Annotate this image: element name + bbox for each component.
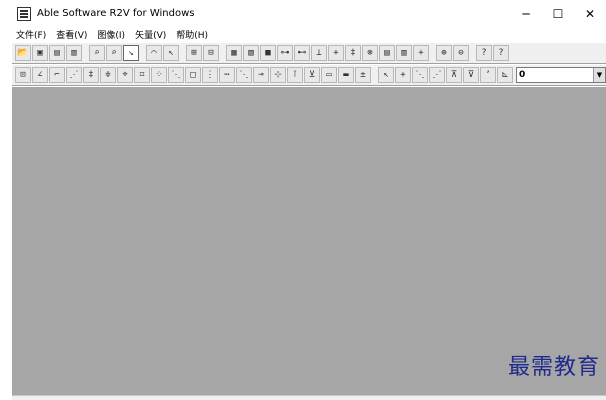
edit-tool-20-icon[interactable]: ▬: [338, 67, 354, 83]
node-unlink-icon[interactable]: ⊷: [294, 45, 310, 61]
menu-vector[interactable]: 矢量(V): [131, 28, 170, 41]
open-icon[interactable]: 📂: [15, 45, 31, 61]
menu-file[interactable]: 文件(F): [12, 28, 50, 41]
line-width-select[interactable]: 0 ▼: [516, 67, 606, 83]
undo-icon[interactable]: ⌒: [146, 45, 162, 61]
edit-tool-8-icon[interactable]: ⌗: [134, 67, 150, 83]
edit-tool-15-icon[interactable]: ⊸: [253, 67, 269, 83]
left-strip: [0, 0, 12, 400]
image-frame-icon[interactable]: ⊞: [186, 45, 202, 61]
edit-tool-26-icon[interactable]: ⊼: [446, 67, 462, 83]
help-icon[interactable]: ?: [476, 45, 492, 61]
split-icon[interactable]: ‡: [345, 45, 361, 61]
chevron-down-icon[interactable]: ▼: [593, 68, 605, 82]
edit-tool-12-icon[interactable]: ⋮: [202, 67, 218, 83]
window-controls: ─ ☐ ✕: [510, 0, 606, 27]
add-node-icon[interactable]: +: [328, 45, 344, 61]
image-fit-icon[interactable]: ⊟: [203, 45, 219, 61]
grid-icon[interactable]: ▦: [226, 45, 242, 61]
app-icon: [17, 6, 31, 21]
watermark: 最需教育: [507, 355, 600, 380]
edit-tool-1-icon[interactable]: ⊡: [15, 67, 31, 83]
edit-tool-11-icon[interactable]: □: [185, 67, 201, 83]
minimize-button[interactable]: ─: [510, 0, 542, 27]
edit-tool-18-icon[interactable]: ⊻: [304, 67, 320, 83]
save-vector-icon[interactable]: ▥: [66, 45, 82, 61]
edit-tool-23-icon[interactable]: +: [395, 67, 411, 83]
title-bar: Able Software R2V for Windows ─ ☐ ✕: [12, 0, 606, 27]
save-image-icon[interactable]: ▤: [49, 45, 65, 61]
select-tool-icon[interactable]: ↘: [123, 45, 139, 61]
edit-toolbar: ⊡ ∠ ⌐ ⋰ ‡ ≑ ⌖ ⌗ ⁘ ⋱ □ ⋮ ⋯ ⋱ ⊸ ⊹ ⊺ ⊻ ▭ ▬ …: [12, 64, 606, 86]
edit-tool-2-icon[interactable]: ∠: [32, 67, 48, 83]
edit-tool-10-icon[interactable]: ⋱: [168, 67, 184, 83]
edit-tool-7-icon[interactable]: ⌖: [117, 67, 133, 83]
menu-image[interactable]: 图像(I): [93, 28, 129, 41]
vector-icon[interactable]: ▥: [396, 45, 412, 61]
menu-view[interactable]: 查看(V): [52, 28, 91, 41]
menu-bar: 文件(F) 查看(V) 图像(I) 矢量(V) 帮助(H): [12, 27, 606, 41]
edit-tool-9-icon[interactable]: ⁘: [151, 67, 167, 83]
main-toolbar: 📂 ▣ ▤ ▥ ⌕ ⌕ ↘ ⌒ ↖ ⊞ ⊟ ▦ ▧ ■ ⊶ ⊷ ⊥ + ‡ ⊗ …: [12, 42, 606, 64]
edit-tool-5-icon[interactable]: ‡: [83, 67, 99, 83]
status-bar: [12, 395, 606, 400]
edit-tool-17-icon[interactable]: ⊺: [287, 67, 303, 83]
edit-tool-13-icon[interactable]: ⋯: [219, 67, 235, 83]
edit-tool-6-icon[interactable]: ≑: [100, 67, 116, 83]
raster-icon[interactable]: ▤: [379, 45, 395, 61]
edit-tool-4-icon[interactable]: ⋰: [66, 67, 82, 83]
cross-icon[interactable]: +: [413, 45, 429, 61]
edit-tool-24-icon[interactable]: ⋱: [412, 67, 428, 83]
zoom-plus-icon[interactable]: ⊕: [436, 45, 452, 61]
zoom-in-icon[interactable]: ⌕: [89, 45, 105, 61]
pointer-icon[interactable]: ↖: [163, 45, 179, 61]
save-icon[interactable]: ▣: [32, 45, 48, 61]
edit-tool-3-icon[interactable]: ⌐: [49, 67, 65, 83]
fill-icon[interactable]: ■: [260, 45, 276, 61]
edit-tool-14-icon[interactable]: ⋱: [236, 67, 252, 83]
grid-alt-icon[interactable]: ▧: [243, 45, 259, 61]
edit-tool-25-icon[interactable]: ⋰: [429, 67, 445, 83]
line-width-value: 0: [519, 70, 526, 80]
edit-tool-22-icon[interactable]: ↖: [378, 67, 394, 83]
window-title: Able Software R2V for Windows: [37, 8, 195, 19]
zoom-minus-icon[interactable]: ⊖: [453, 45, 469, 61]
edit-tool-28-icon[interactable]: ʼ: [480, 67, 496, 83]
edit-tool-19-icon[interactable]: ▭: [321, 67, 337, 83]
edit-tool-21-icon[interactable]: ±: [355, 67, 371, 83]
target-icon[interactable]: ⊗: [362, 45, 378, 61]
close-button[interactable]: ✕: [574, 0, 606, 27]
node-link-icon[interactable]: ⊶: [277, 45, 293, 61]
maximize-button[interactable]: ☐: [542, 0, 574, 27]
edit-tool-16-icon[interactable]: ⊹: [270, 67, 286, 83]
workspace-canvas[interactable]: 最需教育: [12, 87, 606, 395]
context-help-icon[interactable]: ?: [493, 45, 509, 61]
zoom-out-icon[interactable]: ⌕: [106, 45, 122, 61]
menu-help[interactable]: 帮助(H): [172, 28, 212, 41]
edit-tool-29-icon[interactable]: ⊾: [497, 67, 513, 83]
edit-tool-27-icon[interactable]: ⊽: [463, 67, 479, 83]
perpendicular-icon[interactable]: ⊥: [311, 45, 327, 61]
